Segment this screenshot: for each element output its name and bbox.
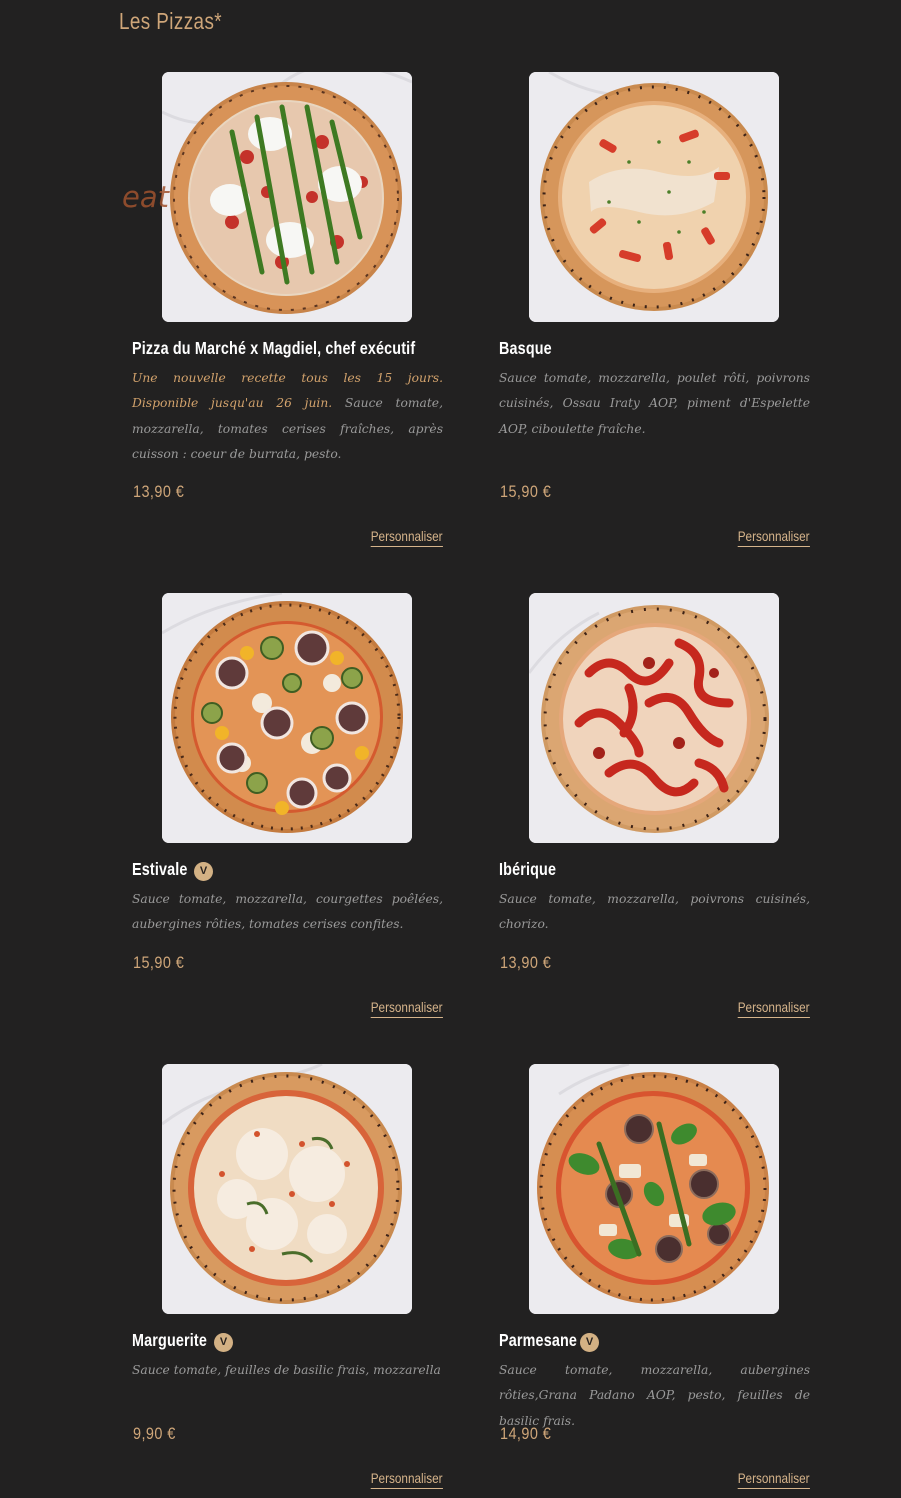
customize-button[interactable]: Personnaliser	[371, 1470, 443, 1489]
pizza-basque-photo[interactable]	[529, 72, 779, 322]
pizza-description-block: Sauce tomate, feuilles de basilic frais,…	[132, 1358, 443, 1383]
customize-button[interactable]: Personnaliser	[738, 528, 810, 547]
pizza-price: 13,90 €	[500, 953, 552, 972]
pizza-parmesane-photo[interactable]	[529, 1064, 779, 1314]
vegetarian-badge-icon: V	[214, 1333, 233, 1352]
pizza-name[interactable]: Marguerite	[132, 1330, 207, 1351]
pizza-title-row: Basque	[499, 338, 563, 359]
pizza-description-block: Sauce tomate, mozzarella, poivrons cuisi…	[499, 887, 810, 938]
pizza-price: 13,90 €	[133, 482, 185, 501]
pizza-description: Sauce tomate, mozzarella, aubergines rôt…	[499, 1363, 810, 1428]
pizza-price: 15,90 €	[133, 953, 185, 972]
customize-button[interactable]: Personnaliser	[371, 999, 443, 1018]
pizza-description: Sauce tomate, feuilles de basilic frais,…	[132, 1363, 441, 1377]
pizza-marguerite-photo[interactable]	[162, 1064, 412, 1314]
pizza-title-row: Ibérique	[499, 859, 569, 880]
pizza-title-row: Parmesane V	[499, 1330, 599, 1352]
pizza-marche-photo[interactable]	[162, 72, 412, 322]
pizza-description-block: Sauce tomate, mozzarella, poulet rôti, p…	[499, 366, 810, 442]
pizza-estivale-photo[interactable]	[162, 593, 412, 843]
customize-button[interactable]: Personnaliser	[371, 528, 443, 547]
section-title: Les Pizzas*	[119, 8, 223, 34]
pizza-description: Sauce tomate, mozzarella, poulet rôti, p…	[499, 371, 810, 436]
pizza-description-block: Sauce tomate, mozzarella, aubergines rôt…	[499, 1358, 810, 1434]
pizza-title-row: Estivale V	[132, 859, 213, 881]
pizza-title-row: Marguerite V	[132, 1330, 233, 1352]
customize-button[interactable]: Personnaliser	[738, 999, 810, 1018]
pizza-price: 15,90 €	[500, 482, 552, 501]
pizza-name[interactable]: Basque	[499, 338, 552, 359]
pizza-title-row: Pizza du Marché x Magdiel, chef exécutif	[132, 338, 477, 359]
pizza-description: Sauce tomate, mozzarella, poivrons cuisi…	[499, 892, 810, 932]
vegetarian-badge-icon: V	[580, 1333, 599, 1352]
watermark-text: eat	[122, 180, 169, 214]
vegetarian-badge-icon: V	[194, 862, 213, 881]
pizza-name[interactable]: Estivale	[132, 859, 188, 880]
pizza-price: 9,90 €	[133, 1424, 176, 1443]
pizza-price: 14,90 €	[500, 1424, 552, 1443]
pizza-description-block: Sauce tomate, mozzarella, courgettes poê…	[132, 887, 443, 938]
pizza-description-block: Une nouvelle recette tous les 15 jours. …	[132, 366, 443, 467]
pizza-name[interactable]: Ibérique	[499, 859, 556, 880]
pizza-description: Sauce tomate, mozzarella, courgettes poê…	[132, 892, 443, 932]
pizza-iberique-photo[interactable]	[529, 593, 779, 843]
customize-button[interactable]: Personnaliser	[738, 1470, 810, 1489]
pizza-name[interactable]: Parmesane	[499, 1330, 577, 1351]
pizza-name[interactable]: Pizza du Marché x Magdiel, chef exécutif	[132, 338, 415, 359]
